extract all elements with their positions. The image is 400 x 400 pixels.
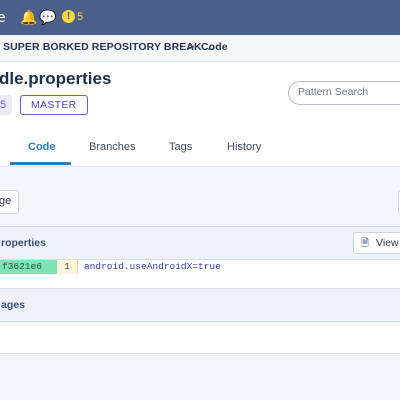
top-navigation-bar: e 🔔 💬 ! 5 — [0, 0, 400, 35]
chat-bubbles-icon[interactable]: 💬 — [39, 9, 56, 27]
file-title: dle.properties — [0, 69, 112, 88]
count-badge: 5 — [0, 95, 12, 115]
tab-tags[interactable]: Tags — [169, 141, 192, 153]
secondary-panel: ages — [0, 288, 400, 354]
file-panel: roperties 🗎 View f3621e6 1 android.useAn… — [0, 226, 400, 292]
commit-hash[interactable]: f3621e6 — [0, 260, 57, 274]
code-key: android.useAndroidX — [84, 261, 193, 272]
notification-count: 5 — [77, 11, 84, 23]
menu-edge-icon[interactable]: e — [0, 9, 6, 27]
file-panel-header: roperties 🗎 View — [0, 227, 400, 260]
active-tab-indicator — [10, 162, 71, 165]
document-icon: 🗎 — [361, 238, 370, 249]
code-value: true — [198, 261, 221, 272]
breadcrumb-current: Code — [201, 41, 228, 53]
breadcrumb-separator: > — [188, 41, 195, 53]
secondary-panel-header: ages — [0, 289, 400, 322]
secondary-panel-title: ages — [1, 299, 25, 311]
breadcrumb: SUPER BORKED REPOSITORY BREAK ... > Code — [0, 35, 400, 62]
file-header: dle.properties 5 MASTER — [0, 62, 400, 130]
tab-bar: Code Branches Tags History — [0, 130, 400, 167]
pattern-search-field[interactable] — [288, 81, 400, 105]
tab-branches[interactable]: Branches — [89, 141, 135, 153]
alert-icon[interactable]: ! — [62, 10, 75, 23]
notification-bell-icon[interactable]: 🔔 — [20, 9, 37, 27]
view-button[interactable]: 🗎 View — [353, 232, 400, 254]
code-line: f3621e6 1 android.useAndroidX=true — [0, 260, 400, 274]
tab-code[interactable]: Code — [28, 141, 56, 153]
toolbar-left-button[interactable]: ge — [0, 190, 19, 214]
view-button-label: View — [376, 237, 399, 249]
file-panel-title: roperties — [1, 237, 46, 249]
line-number[interactable]: 1 — [57, 260, 78, 274]
branch-selector-button[interactable]: MASTER — [20, 95, 88, 115]
code-text: android.useAndroidX=true — [84, 260, 221, 274]
pattern-search-input[interactable] — [298, 85, 398, 99]
tab-history[interactable]: History — [227, 141, 261, 153]
toolbar-left-button-label: ge — [0, 195, 12, 207]
breadcrumb-repository-link[interactable]: SUPER BORKED REPOSITORY BREAK ... — [3, 41, 214, 53]
